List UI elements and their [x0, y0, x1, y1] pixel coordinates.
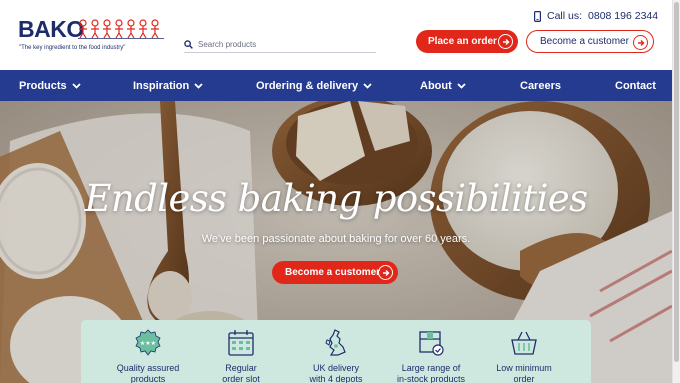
place-order-button[interactable]: Place an order — [416, 30, 518, 53]
chevron-down-icon — [363, 82, 372, 89]
benefit-uk-delivery: UK delivery with 4 depots — [291, 328, 381, 383]
basket-icon — [511, 331, 537, 355]
arrow-right-icon — [498, 34, 513, 49]
benefit-line1: Regular — [225, 363, 257, 373]
benefit-low-minimum: Low minimum order — [479, 328, 569, 383]
benefit-line2: in-stock products — [396, 374, 466, 383]
nav-item-products[interactable]: Products — [19, 70, 81, 101]
benefit-quality: ★★★ Quality assured products — [103, 328, 193, 383]
hero-title: Endless baking possibilities — [84, 177, 588, 220]
nav-label: Products — [19, 79, 67, 92]
benefit-line1: Low minimum — [496, 363, 552, 373]
benefit-line1: UK delivery — [312, 363, 359, 373]
search-icon — [184, 39, 193, 49]
nav-label: Careers — [520, 79, 561, 92]
hero-cta-label: Become a customer — [285, 267, 381, 278]
nav-item-contact[interactable]: Contact — [615, 70, 656, 101]
logo-wordmark: BAKO — [18, 16, 84, 42]
nav-item-about[interactable]: About — [420, 70, 466, 101]
nav-label: Ordering & delivery — [256, 79, 359, 92]
search-bar[interactable] — [184, 36, 376, 53]
call-label: Call us: — [547, 10, 583, 22]
phone-number[interactable]: 0808 196 2344 — [588, 10, 658, 22]
logo-tagline: "The key ingredient to the food industry… — [19, 45, 126, 51]
search-input[interactable] — [198, 39, 368, 49]
arrow-right-icon — [633, 35, 648, 50]
become-customer-label: Become a customer — [540, 36, 629, 47]
svg-text:★★★: ★★★ — [140, 340, 156, 347]
uk-map-icon — [325, 329, 346, 356]
phone-icon — [534, 10, 541, 22]
hero-subtitle: We've been passionate about baking for o… — [201, 233, 471, 245]
benefit-line2: products — [130, 374, 166, 383]
hero-banner: Endless baking possibilities We've been … — [0, 101, 672, 383]
hero-become-customer-button[interactable]: Become a customer — [272, 261, 398, 284]
benefit-line1: Large range of — [401, 363, 461, 373]
page-scrollbar[interactable] — [672, 0, 680, 383]
nav-item-careers[interactable]: Careers — [520, 70, 561, 101]
nav-label: About — [420, 79, 452, 92]
benefit-order-slot: Regular order slot — [196, 328, 286, 383]
quality-badge-icon: ★★★ — [135, 329, 161, 356]
calendar-icon — [228, 330, 254, 356]
nav-item-ordering-delivery[interactable]: Ordering & delivery — [256, 70, 372, 101]
benefit-line1: Quality assured — [116, 363, 180, 373]
logo-figures-icon — [78, 19, 164, 39]
main-nav: Products Inspiration Ordering & delivery… — [0, 70, 672, 101]
chevron-down-icon — [457, 82, 466, 89]
become-customer-button[interactable]: Become a customer — [526, 30, 654, 53]
bako-logo[interactable]: BAKO "The key ingredient to the food ind… — [18, 16, 164, 56]
benefit-line2: with 4 depots — [309, 374, 363, 383]
place-order-label: Place an order — [428, 36, 497, 47]
chevron-down-icon — [194, 82, 203, 89]
chevron-down-icon — [72, 82, 81, 89]
scrollbar-thumb[interactable] — [674, 2, 679, 362]
benefit-in-stock: Large range of in-stock products — [386, 328, 476, 383]
benefits-strip: ★★★ Quality assured products Regular ord… — [81, 320, 591, 383]
nav-item-inspiration[interactable]: Inspiration — [133, 70, 203, 101]
arrow-right-icon — [378, 265, 393, 280]
nav-label: Contact — [615, 79, 656, 92]
nav-label: Inspiration — [133, 79, 190, 92]
site-header: BAKO "The key ingredient to the food ind… — [0, 0, 672, 70]
box-check-icon — [419, 331, 444, 356]
benefit-line2: order — [513, 374, 535, 383]
benefit-line2: order slot — [222, 374, 260, 383]
call-us[interactable]: Call us: 0808 196 2344 — [534, 10, 658, 22]
